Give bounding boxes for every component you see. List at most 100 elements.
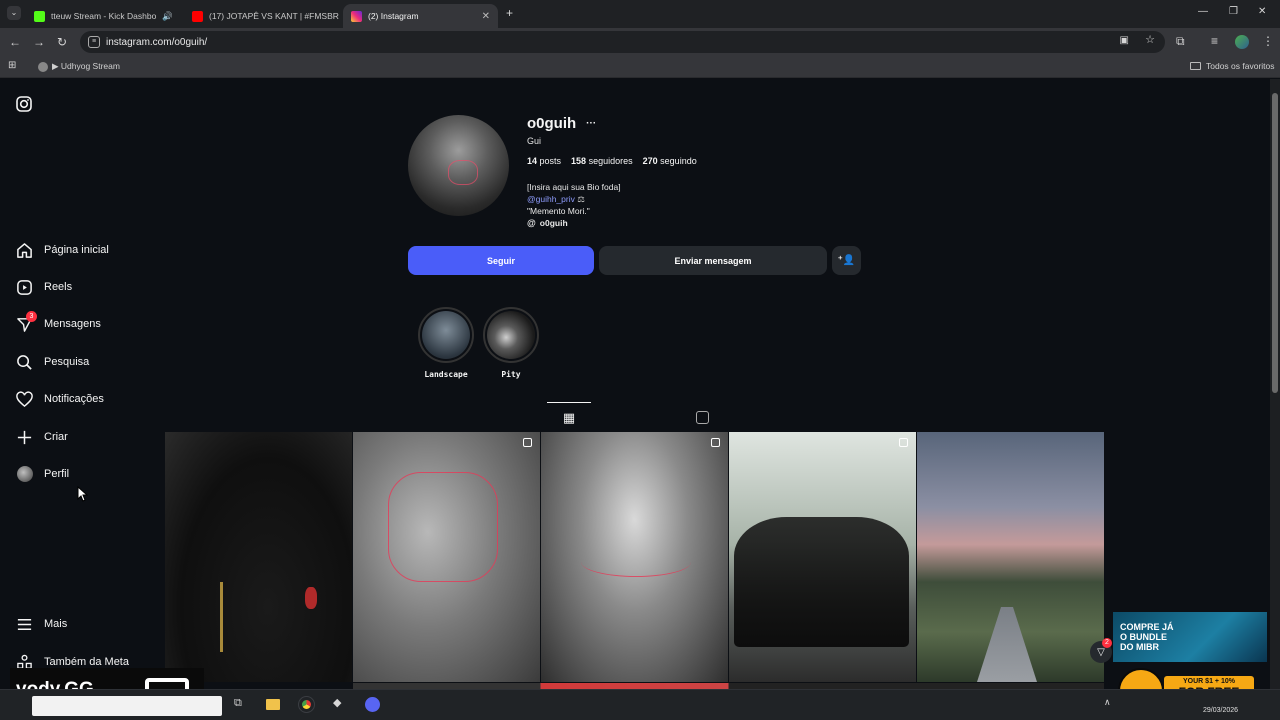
post-1[interactable] [165, 432, 352, 682]
nav-messages[interactable]: 3 Mensagens [16, 310, 101, 335]
bookmarks-bar: ⊞ ▶ Udhyog Stream Todos os favoritos [0, 56, 1280, 78]
apps-icon[interactable]: ⊞ [8, 61, 16, 71]
forward-icon[interactable]: → [33, 36, 45, 48]
new-tab-icon[interactable]: + [506, 7, 513, 19]
post-5[interactable] [917, 432, 1104, 682]
tab-search-icon[interactable]: ⌄ [7, 6, 21, 20]
more-options-icon[interactable]: ··· [586, 118, 596, 129]
floating-messages-button[interactable]: ▽ 2 [1090, 638, 1112, 663]
nav-more[interactable]: Mais [16, 613, 67, 635]
tab-posts[interactable]: ▦ [547, 402, 591, 432]
browser-tab-bar: ⌄ tteuw Stream - Kick Dashbo 🔊 ✕ (17) JO… [0, 0, 1280, 28]
chrome-icon[interactable] [298, 696, 315, 713]
profile-avatar[interactable] [408, 115, 509, 216]
suggest-user-button[interactable]: ⁺👤 [832, 246, 861, 275]
all-favorites[interactable]: Todos os favoritos [1190, 61, 1275, 71]
extensions-icon[interactable]: ⧉ [1176, 35, 1185, 47]
threads-link[interactable]: @ o0guih [527, 217, 621, 229]
ad-line: COMPRE JÁ [1120, 622, 1174, 632]
bookmark-label: ▶ Udhyog Stream [52, 61, 120, 71]
post-2[interactable] [353, 432, 540, 682]
tray-chevron-icon[interactable]: ∧ [1104, 698, 1111, 707]
kick-icon [34, 10, 45, 22]
highlight-thumbnail [487, 311, 535, 359]
highlight-pity[interactable] [483, 307, 539, 363]
nav-search[interactable]: Pesquisa [16, 351, 89, 373]
discord-icon[interactable] [365, 697, 380, 712]
cast-icon[interactable]: ▣ [1120, 36, 1129, 46]
tab-youtube[interactable]: (17) JOTAPÊ VS KANT | #FMSBR ✕ [184, 4, 341, 28]
tab-tagged[interactable] [680, 402, 724, 432]
tab-title: (17) JOTAPÊ VS KANT | #FMSBR [209, 11, 339, 21]
floating-badge: 2 [1102, 638, 1112, 648]
promo-line: YOUR $1 + 10% [1183, 678, 1235, 685]
tab-title: tteuw Stream - Kick Dashbo [51, 11, 157, 21]
heart-icon [16, 390, 33, 407]
windows-taskbar: ⧉ ◆ ∧ 29/03/2026 [0, 689, 1280, 720]
youtube-icon [192, 10, 203, 22]
highlight-label: Landscape [424, 370, 468, 379]
scrollbar[interactable] [1270, 79, 1280, 689]
nav-reels[interactable]: Reels [16, 276, 72, 298]
post-3[interactable] [541, 432, 728, 682]
close-icon[interactable]: ✕ [179, 11, 180, 22]
scrollbar-thumb[interactable] [1272, 93, 1278, 393]
close-icon[interactable]: ✕ [482, 11, 490, 22]
send-message-button[interactable]: Enviar mensagem [599, 246, 827, 275]
highlight-landscape[interactable] [418, 307, 474, 363]
post-image [220, 582, 240, 652]
mouse-cursor-icon [77, 486, 88, 502]
nav-profile[interactable]: Perfil [16, 463, 69, 485]
following-stat[interactable]: 270 seguindo [643, 156, 697, 166]
username: o0guih ··· [527, 115, 596, 132]
bio: [Insira aqui sua Bio foda] @guihh_priv ⚖… [527, 181, 621, 229]
site-info-icon[interactable]: ≡ [88, 36, 100, 48]
avatar-overlay [448, 160, 478, 185]
followers-stat[interactable]: 158 seguidores [571, 156, 633, 166]
back-icon[interactable]: ← [9, 36, 21, 48]
tab-title: (2) Instagram [368, 11, 419, 21]
file-explorer-icon[interactable] [266, 699, 280, 710]
nav-create[interactable]: Criar [16, 426, 68, 448]
reload-icon[interactable]: ↻ [57, 36, 67, 48]
carousel-icon [711, 438, 720, 447]
all-favorites-label: Todos os favoritos [1206, 61, 1275, 71]
url-input[interactable]: ≡ instagram.com/o0guih/ ▣ ☆ [80, 31, 1165, 53]
bio-mention[interactable]: @guihh_priv ⚖ [527, 193, 621, 205]
hamburger-icon [17, 618, 32, 630]
nav-notifications[interactable]: Notificações [16, 388, 104, 410]
close-window-icon[interactable]: ✕ [1258, 7, 1266, 17]
instagram-logo-icon[interactable] [16, 96, 32, 112]
restore-icon[interactable]: ❐ [1229, 7, 1238, 17]
add-person-icon: ⁺👤 [837, 255, 856, 266]
follow-button[interactable]: Seguir [408, 246, 594, 275]
media-icon[interactable]: ≡ [1211, 35, 1218, 47]
highlight-label: Pity [501, 370, 521, 379]
tab-kick[interactable]: tteuw Stream - Kick Dashbo 🔊 ✕ [26, 4, 180, 28]
posts-stat: 14 posts [527, 156, 562, 166]
grid-icon: ▦ [562, 409, 576, 425]
bookmark-udhyog[interactable]: ▶ Udhyog Stream [38, 61, 120, 72]
minimize-icon[interactable]: — [1198, 7, 1208, 17]
menu-icon[interactable]: ⋮ [1262, 35, 1274, 47]
app-icon[interactable]: ◆ [333, 698, 341, 709]
address-bar-row: ← → ↻ ≡ instagram.com/o0guih/ ▣ ☆ ⧉ ≡ ⋮ [0, 28, 1280, 56]
mibr-ad[interactable]: COMPRE JÁ O BUNDLE DO MIBR [1113, 612, 1267, 662]
tab-instagram[interactable]: (2) Instagram ✕ [343, 4, 498, 28]
profile-avatar-icon[interactable] [1235, 35, 1249, 49]
star-icon[interactable]: ☆ [1145, 35, 1155, 46]
tagged-icon [695, 410, 709, 424]
carousel-icon [899, 438, 908, 447]
taskbar-date: 29/03/2026 [1203, 707, 1239, 714]
taskbar-search[interactable] [32, 696, 222, 716]
nav-label: Mensagens [44, 318, 101, 330]
nav-label: Página inicial [44, 244, 109, 256]
ad-line: O BUNDLE [1120, 632, 1167, 642]
nav-home[interactable]: Página inicial [16, 239, 109, 261]
speaker-icon: 🔊 [162, 10, 173, 21]
post-4[interactable] [729, 432, 916, 682]
globe-icon [38, 61, 48, 72]
post-image [734, 517, 909, 647]
nav-label: Também da Meta [44, 656, 129, 668]
task-view-icon[interactable]: ⧉ [234, 698, 242, 709]
